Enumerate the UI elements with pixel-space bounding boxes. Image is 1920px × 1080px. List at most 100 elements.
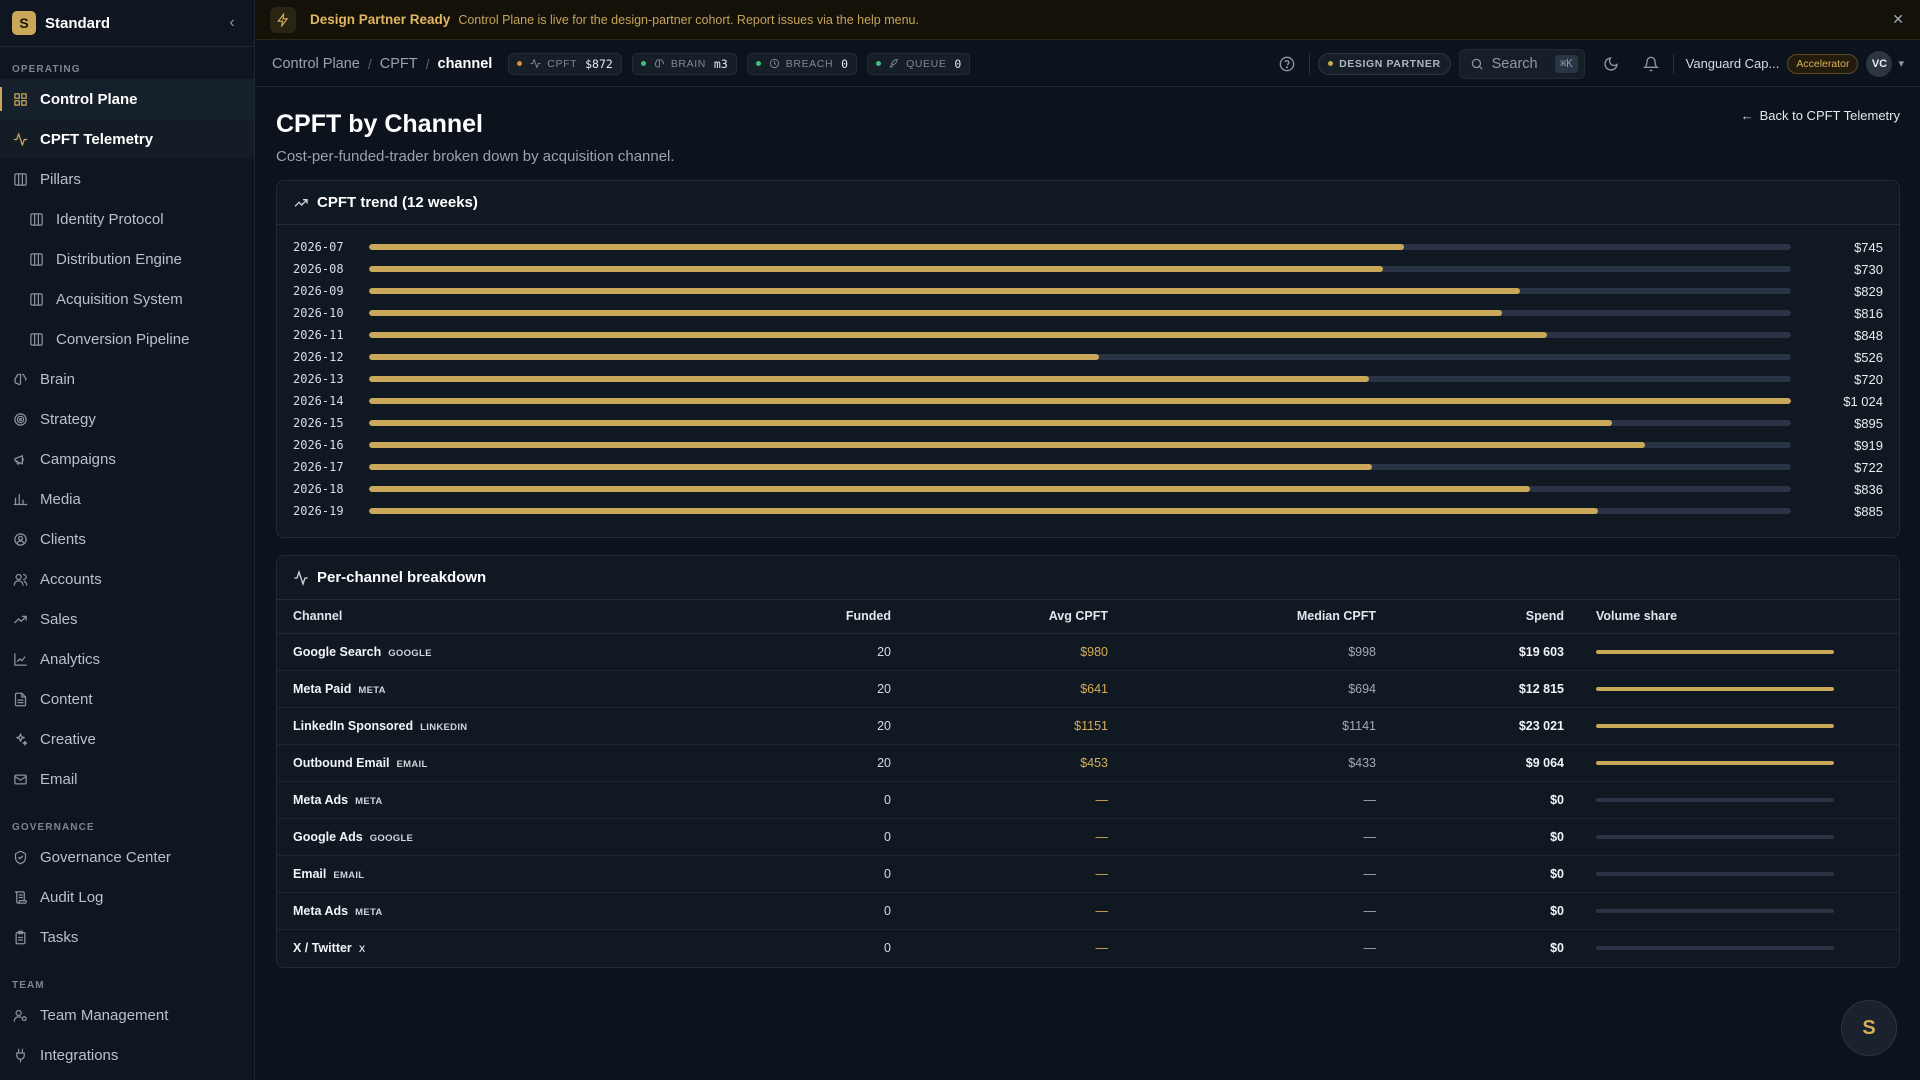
- sidebar-item-acquisition-system[interactable]: Acquisition System: [0, 279, 254, 319]
- cell-avg-cpft: —: [907, 818, 1124, 856]
- volume-share-track: [1596, 649, 1834, 654]
- workspace-logo: S: [12, 11, 36, 35]
- activity-icon: [293, 569, 309, 586]
- table-row[interactable]: X / Twitter X 0 — — $0: [277, 929, 1899, 966]
- assistant-button[interactable]: S: [1841, 1000, 1897, 1056]
- megaphone-icon: [12, 451, 28, 467]
- sidebar-item-control-plane[interactable]: Control Plane: [0, 79, 254, 119]
- sidebar-item-pillars[interactable]: Pillars: [0, 159, 254, 199]
- cell-channel: Email EMAIL: [277, 855, 747, 893]
- sidebar-item-label: Media: [40, 490, 81, 508]
- status-pill-brain[interactable]: BRAIN m3: [631, 52, 737, 75]
- trend-value-label: $919: [1854, 437, 1883, 453]
- trend-bar: [369, 420, 1612, 426]
- table-row[interactable]: Google Search GOOGLE 20 $980 $998 $19 603: [277, 633, 1899, 671]
- cell-avg-cpft: —: [907, 781, 1124, 819]
- sidebar-item-strategy[interactable]: Strategy: [0, 399, 254, 439]
- sidebar-item-label: Governance Center: [40, 848, 171, 866]
- table-row[interactable]: Meta Ads META 0— — $0: [277, 781, 1899, 819]
- trend-card: CPFT trend (12 weeks) 2026-07 $745 2026-08…: [276, 180, 1900, 538]
- moon-icon[interactable]: [1597, 50, 1625, 78]
- chevron-down-icon[interactable]: ▾: [1898, 57, 1904, 70]
- sidebar-item-clients[interactable]: Clients: [0, 519, 254, 559]
- close-icon[interactable]: ✕: [1892, 11, 1904, 28]
- help-icon[interactable]: [1273, 50, 1301, 78]
- sidebar-item-governance-center[interactable]: Governance Center: [0, 837, 254, 877]
- sidebar-item-integrations[interactable]: Integrations: [0, 1035, 254, 1075]
- cell-channel: Google Ads GOOGLE: [277, 818, 747, 856]
- sidebar-item-label: Accounts: [40, 570, 102, 588]
- cell-avg-cpft: $641: [907, 670, 1124, 708]
- sidebar-item-label: Conversion Pipeline: [56, 330, 190, 348]
- sidebar-item-content[interactable]: Content: [0, 679, 254, 719]
- channel-tag: GOOGLE: [388, 647, 432, 659]
- status-pill-cpft[interactable]: CPFT $872: [508, 52, 622, 75]
- avatar[interactable]: VC: [1866, 50, 1893, 77]
- bell-icon[interactable]: [1637, 50, 1665, 78]
- trend-bar-track: [369, 420, 1791, 426]
- cell-channel: Google Search GOOGLE: [277, 633, 747, 671]
- channel-tag: X: [358, 943, 366, 955]
- back-link[interactable]: ← Back to CPFT Telemetry: [1741, 108, 1900, 123]
- sidebar-item-label: Email: [40, 770, 78, 788]
- status-pill-queue[interactable]: QUEUE 0: [867, 52, 971, 75]
- table-row[interactable]: Google Ads GOOGLE 0— — $0: [277, 818, 1899, 856]
- trend-bar-track: [369, 464, 1791, 470]
- sidebar-item-sales[interactable]: Sales: [0, 599, 254, 639]
- trend-value-label: $722: [1854, 459, 1883, 475]
- status-pill-breach[interactable]: BREACH 0: [746, 52, 858, 75]
- tier-badge: Accelerator: [1787, 53, 1859, 74]
- cell-median-cpft: —: [1124, 781, 1392, 819]
- breadcrumb-control-plane[interactable]: Control Plane: [272, 56, 360, 72]
- sidebar-item-accounts[interactable]: Accounts: [0, 559, 254, 599]
- sidebar-item-brain[interactable]: Brain: [0, 359, 254, 399]
- cell-spend: $12 815: [1392, 670, 1580, 708]
- sidebar-item-distribution-engine[interactable]: Distribution Engine: [0, 239, 254, 279]
- trend-row: 2026-16 $919: [293, 434, 1883, 456]
- sidebar-item-media[interactable]: Media: [0, 479, 254, 519]
- sidebar-item-conversion-pipeline[interactable]: Conversion Pipeline: [0, 319, 254, 359]
- workspace-switcher[interactable]: S Standard ‹: [0, 0, 254, 47]
- cell-volume-share: [1580, 892, 1899, 930]
- trend-week-label: 2026-11: [293, 328, 344, 342]
- volume-share-track: [1596, 686, 1834, 691]
- sidebar-item-audit-log[interactable]: Audit Log: [0, 877, 254, 917]
- clipboard-icon: [12, 929, 28, 945]
- sidebar-item-creative[interactable]: Creative: [0, 719, 254, 759]
- search-input[interactable]: Search ⌘K: [1458, 48, 1585, 79]
- sidebar-item-email[interactable]: Email: [0, 759, 254, 799]
- sidebar-item-label: Creative: [40, 730, 96, 748]
- trend-week-label: 2026-10: [293, 306, 344, 320]
- sidebar-item-identity-protocol[interactable]: Identity Protocol: [0, 199, 254, 239]
- table-row[interactable]: Meta Ads META 0— — $0: [277, 892, 1899, 930]
- main-content: CPFT by Channel Cost-per-funded-trader b…: [276, 88, 1900, 968]
- table-row[interactable]: LinkedIn Sponsored LINKEDIN 20 $1151 $1141 $2…: [277, 707, 1899, 745]
- trend-row: 2026-08 $730: [293, 258, 1883, 280]
- table-row[interactable]: Meta Paid META 20 $641 $694 $12 815: [277, 670, 1899, 708]
- sidebar-item-cpft-telemetry[interactable]: CPFT Telemetry: [0, 119, 254, 159]
- sidebar-item-tasks[interactable]: Tasks: [0, 917, 254, 957]
- brain-icon: [12, 371, 28, 387]
- sidebar-item-team-management[interactable]: Team Management: [0, 995, 254, 1035]
- table-row[interactable]: Email EMAIL 0— — $0: [277, 855, 1899, 893]
- sidebar-item-label: Strategy: [40, 410, 96, 428]
- breadcrumb-cpft[interactable]: CPFT: [380, 56, 418, 72]
- trend-week-label: 2026-19: [293, 504, 344, 518]
- channel-tag: META: [355, 906, 383, 918]
- trend-bar: [369, 332, 1547, 338]
- table-row[interactable]: Outbound Email EMAIL 20 $453 $433 $9 064: [277, 744, 1899, 782]
- sidebar-item-label: Identity Protocol: [56, 210, 164, 228]
- org-name[interactable]: Vanguard Cap...: [1686, 56, 1780, 71]
- channel-name: LinkedIn Sponsored: [293, 718, 414, 733]
- clock-icon: [769, 58, 780, 69]
- channel-name: X / Twitter: [293, 940, 352, 955]
- trend-week-label: 2026-08: [293, 262, 344, 276]
- cell-funded: 20: [747, 670, 907, 708]
- sidebar-item-campaigns[interactable]: Campaigns: [0, 439, 254, 479]
- trend-value-label: $829: [1854, 283, 1883, 299]
- sidebar-item-analytics[interactable]: Analytics: [0, 639, 254, 679]
- breadcrumb-separator: /: [367, 55, 372, 72]
- cell-avg-cpft: $453: [907, 744, 1124, 782]
- sidebar-item-label: Analytics: [40, 650, 101, 668]
- collapse-sidebar-icon[interactable]: ‹: [222, 14, 242, 32]
